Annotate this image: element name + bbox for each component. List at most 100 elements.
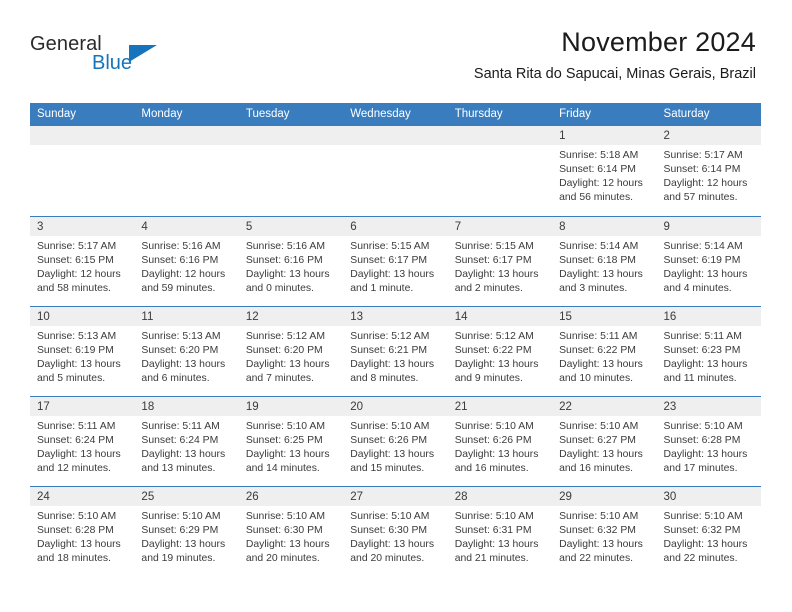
daylight-text: and 20 minutes. bbox=[350, 552, 425, 564]
calendar-day-cell[interactable]: 19 Sunrise: 5:10 AM Sunset: 6:25 PM Dayligh… bbox=[238, 395, 344, 486]
day-number bbox=[30, 126, 135, 145]
daylight-text: Daylight: 13 hours bbox=[350, 268, 435, 280]
calendar-day-cell[interactable]: 2 Sunrise: 5:17 AM Sunset: 6:14 PM Daylight… bbox=[656, 126, 761, 216]
calendar-day-cell[interactable]: 27 Sunrise: 5:10 AM Sunset: 6:30 PM Dayligh… bbox=[343, 485, 448, 576]
calendar-day-empty bbox=[134, 126, 239, 216]
calendar-day-cell[interactable]: 13 Sunrise: 5:12 AM Sunset: 6:21 PM Dayligh… bbox=[343, 305, 448, 396]
sunset-text: Sunset: 6:18 PM bbox=[559, 254, 636, 266]
sunrise-text: Sunrise: 5:17 AM bbox=[663, 150, 743, 161]
calendar-day-cell[interactable]: 24 Sunrise: 5:10 AM Sunset: 6:28 PM Dayligh… bbox=[30, 485, 135, 576]
calendar-day-cell[interactable]: 4 Sunrise: 5:16 AM Sunset: 6:16 PM Daylight… bbox=[134, 215, 239, 306]
sunrise-text: Sunrise: 5:10 AM bbox=[559, 420, 639, 432]
calendar-day-cell[interactable]: 25 Sunrise: 5:10 AM Sunset: 6:29 PM Dayligh… bbox=[134, 485, 239, 576]
sunrise-text: Sunrise: 5:14 AM bbox=[663, 240, 743, 252]
sunset-text: Sunset: 6:14 PM bbox=[663, 164, 741, 176]
day-number: 30 bbox=[656, 486, 761, 506]
weekday-header-wednesday: Wednesday bbox=[343, 103, 448, 126]
calendar-day-cell[interactable]: 26 Sunrise: 5:10 AM Sunset: 6:30 PM Dayligh… bbox=[238, 485, 344, 576]
daylight-text: Daylight: 13 hours bbox=[454, 268, 539, 280]
day-detail-lines: Sunrise: 5:11 AM Sunset: 6:24 PM Daylight:… bbox=[30, 416, 134, 476]
sunset-text: Sunset: 6:19 PM bbox=[37, 344, 114, 356]
calendar-day-cell[interactable]: 1 Sunrise: 5:18 AM Sunset: 6:14 PM Daylight… bbox=[552, 126, 657, 216]
day-detail-lines: Sunrise: 5:12 AM Sunset: 6:21 PM Daylight:… bbox=[343, 326, 447, 386]
sunrise-text: Sunrise: 5:15 AM bbox=[350, 240, 430, 252]
daylight-text: Daylight: 13 hours bbox=[663, 448, 748, 460]
daylight-text: and 22 minutes. bbox=[663, 552, 738, 564]
calendar-day-cell[interactable]: 21 Sunrise: 5:10 AM Sunset: 6:26 PM Dayligh… bbox=[447, 395, 553, 486]
daylight-text: Daylight: 13 hours bbox=[245, 538, 330, 550]
daylight-text: Daylight: 13 hours bbox=[663, 358, 748, 370]
daylight-text: Daylight: 13 hours bbox=[245, 268, 330, 280]
daylight-text: Daylight: 13 hours bbox=[141, 538, 226, 550]
daylight-text: Daylight: 13 hours bbox=[454, 538, 539, 550]
daylight-text: Daylight: 13 hours bbox=[663, 268, 748, 280]
day-number: 3 bbox=[30, 216, 135, 236]
page-title: November 2024 bbox=[561, 27, 756, 57]
calendar-week-row: 1 Sunrise: 5:18 AM Sunset: 6:14 PM Daylight… bbox=[30, 126, 761, 216]
sunset-text: Sunset: 6:22 PM bbox=[559, 344, 636, 356]
calendar-day-cell[interactable]: 18 Sunrise: 5:11 AM Sunset: 6:24 PM Dayligh… bbox=[134, 395, 239, 486]
sunset-text: Sunset: 6:15 PM bbox=[37, 254, 114, 266]
daylight-text: and 4 minutes. bbox=[663, 282, 732, 294]
day-detail-lines: Sunrise: 5:11 AM Sunset: 6:24 PM Daylight:… bbox=[134, 416, 238, 476]
calendar-day-cell[interactable]: 17 Sunrise: 5:11 AM Sunset: 6:24 PM Dayligh… bbox=[30, 395, 135, 486]
calendar-day-empty bbox=[238, 126, 344, 216]
day-number: 28 bbox=[447, 486, 553, 506]
daylight-text: and 59 minutes. bbox=[141, 282, 216, 294]
daylight-text: Daylight: 13 hours bbox=[37, 358, 121, 370]
day-number: 15 bbox=[552, 306, 657, 326]
calendar-day-cell[interactable]: 20 Sunrise: 5:10 AM Sunset: 6:26 PM Dayligh… bbox=[343, 395, 448, 486]
calendar-day-cell[interactable]: 22 Sunrise: 5:10 AM Sunset: 6:27 PM Dayligh… bbox=[552, 395, 657, 486]
calendar-day-cell[interactable]: 28 Sunrise: 5:10 AM Sunset: 6:31 PM Dayligh… bbox=[447, 485, 553, 576]
day-detail-lines: Sunrise: 5:14 AM Sunset: 6:19 PM Daylight:… bbox=[657, 236, 761, 296]
sunset-text: Sunset: 6:22 PM bbox=[454, 344, 532, 356]
calendar-day-cell[interactable]: 5 Sunrise: 5:16 AM Sunset: 6:16 PM Daylight… bbox=[238, 215, 344, 306]
daylight-text: and 9 minutes. bbox=[454, 372, 523, 384]
day-detail-lines: Sunrise: 5:11 AM Sunset: 6:22 PM Daylight:… bbox=[552, 326, 656, 386]
day-detail-lines: Sunrise: 5:16 AM Sunset: 6:16 PM Daylight:… bbox=[134, 236, 238, 296]
calendar-day-cell[interactable]: 12 Sunrise: 5:12 AM Sunset: 6:20 PM Dayligh… bbox=[238, 305, 344, 396]
sunrise-text: Sunrise: 5:13 AM bbox=[37, 330, 117, 342]
day-detail-lines: Sunrise: 5:10 AM Sunset: 6:26 PM Daylight:… bbox=[448, 416, 552, 476]
calendar-container: Sunday Monday Tuesday Wednesday Thursday Frid… bbox=[30, 103, 761, 576]
sunset-text: Sunset: 6:29 PM bbox=[141, 524, 219, 536]
calendar-day-cell[interactable]: 10 Sunrise: 5:13 AM Sunset: 6:19 PM Dayligh… bbox=[30, 305, 135, 396]
daylight-text: and 7 minutes. bbox=[245, 372, 315, 384]
calendar-day-cell[interactable]: 29 Sunrise: 5:10 AM Sunset: 6:32 PM Dayligh… bbox=[552, 485, 657, 576]
calendar-day-cell[interactable]: 3 Sunrise: 5:17 AM Sunset: 6:15 PM Daylight… bbox=[30, 215, 135, 306]
calendar-day-cell[interactable]: 6 Sunrise: 5:15 AM Sunset: 6:17 PM Daylight… bbox=[343, 215, 448, 306]
day-number: 16 bbox=[656, 306, 761, 326]
day-detail-lines: Sunrise: 5:17 AM Sunset: 6:15 PM Daylight:… bbox=[30, 236, 134, 296]
calendar-day-cell[interactable]: 23 Sunrise: 5:10 AM Sunset: 6:28 PM Dayligh… bbox=[656, 395, 761, 486]
daylight-text: Daylight: 13 hours bbox=[663, 538, 748, 550]
day-detail-lines: Sunrise: 5:10 AM Sunset: 6:30 PM Daylight:… bbox=[343, 506, 447, 566]
day-number: 13 bbox=[343, 306, 448, 326]
weekday-header-tuesday: Tuesday bbox=[238, 103, 344, 126]
calendar-day-cell[interactable]: 11 Sunrise: 5:13 AM Sunset: 6:20 PM Dayligh… bbox=[134, 305, 239, 396]
sunrise-text: Sunrise: 5:12 AM bbox=[350, 330, 430, 342]
day-detail-lines: Sunrise: 5:10 AM Sunset: 6:30 PM Daylight:… bbox=[239, 506, 343, 566]
sunset-text: Sunset: 6:32 PM bbox=[559, 524, 636, 536]
sunrise-text: Sunrise: 5:10 AM bbox=[245, 510, 325, 522]
daylight-text: and 13 minutes. bbox=[141, 462, 216, 474]
day-number: 1 bbox=[552, 126, 657, 145]
daylight-text: Daylight: 13 hours bbox=[559, 538, 643, 550]
daylight-text: Daylight: 12 hours bbox=[37, 268, 121, 280]
day-number: 12 bbox=[238, 306, 344, 326]
day-number: 18 bbox=[134, 396, 239, 416]
calendar-day-cell[interactable]: 7 Sunrise: 5:15 AM Sunset: 6:17 PM Daylight… bbox=[447, 215, 553, 306]
sunset-text: Sunset: 6:32 PM bbox=[663, 524, 741, 536]
day-number: 9 bbox=[656, 216, 761, 236]
calendar-day-cell[interactable]: 8 Sunrise: 5:14 AM Sunset: 6:18 PM Daylight… bbox=[552, 215, 657, 306]
calendar-day-cell[interactable]: 16 Sunrise: 5:11 AM Sunset: 6:23 PM Dayligh… bbox=[656, 305, 761, 396]
general-blue-logo[interactable]: General Blue bbox=[30, 33, 190, 79]
day-detail-lines bbox=[30, 145, 134, 149]
calendar-day-cell[interactable]: 15 Sunrise: 5:11 AM Sunset: 6:22 PM Dayligh… bbox=[552, 305, 657, 396]
sunset-text: Sunset: 6:23 PM bbox=[663, 344, 741, 356]
calendar-day-cell[interactable]: 9 Sunrise: 5:14 AM Sunset: 6:19 PM Daylight… bbox=[656, 215, 761, 306]
calendar-day-cell[interactable]: 14 Sunrise: 5:12 AM Sunset: 6:22 PM Dayligh… bbox=[447, 305, 553, 396]
day-detail-lines: Sunrise: 5:10 AM Sunset: 6:29 PM Daylight:… bbox=[134, 506, 238, 566]
calendar-day-empty bbox=[343, 126, 448, 216]
calendar-day-cell[interactable]: 30 Sunrise: 5:10 AM Sunset: 6:32 PM Dayligh… bbox=[656, 485, 761, 576]
sunset-text: Sunset: 6:26 PM bbox=[350, 434, 428, 446]
